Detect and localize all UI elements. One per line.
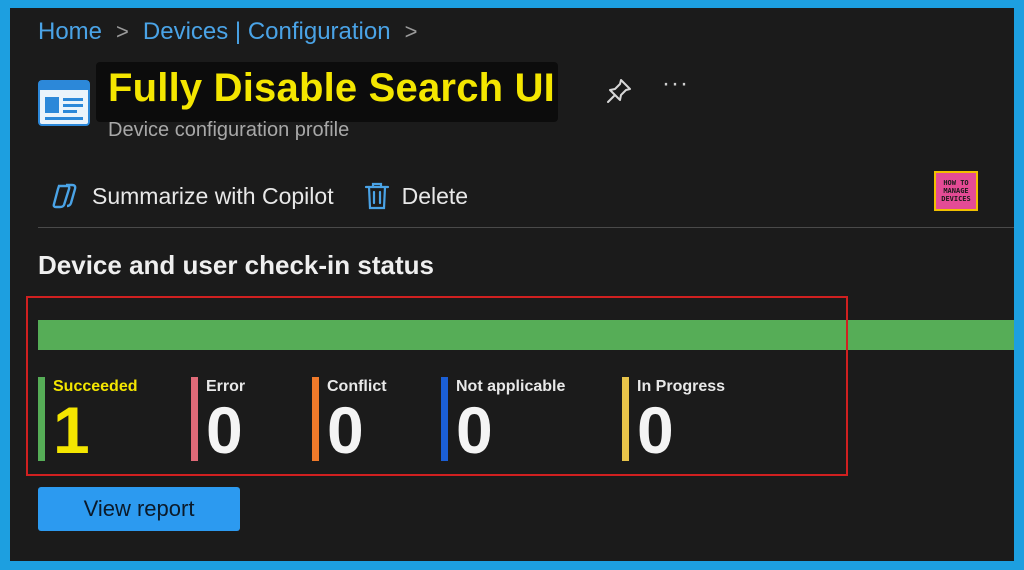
delete-label: Delete (401, 182, 469, 209)
logo-text-line3: DEVICES (941, 195, 971, 203)
page-title: Fully Disable Search UI (108, 66, 555, 110)
app-frame: Home > Devices | Configuration > Fully D… (10, 8, 1014, 561)
view-report-button[interactable]: View report (38, 487, 240, 531)
stat-value: 0 (327, 393, 364, 467)
breadcrumb-devices-configuration-link[interactable]: Devices | Configuration (143, 18, 391, 46)
stat-conflict[interactable]: Conflict 0 (312, 377, 387, 467)
stat-not-applicable[interactable]: Not applicable 0 (441, 377, 565, 467)
pin-icon[interactable] (604, 76, 634, 106)
section-divider (38, 227, 1014, 228)
breadcrumb: Home > Devices | Configuration > (38, 14, 417, 50)
howtomanagedevices-logo: HOW TO MANAGE DEVICES (934, 171, 978, 211)
stat-value: 0 (206, 393, 243, 467)
summarize-with-copilot-button[interactable]: Summarize with Copilot (50, 181, 334, 211)
check-in-status-bar (38, 320, 1014, 350)
page-subtitle: Device configuration profile (108, 119, 350, 141)
copilot-icon (52, 183, 77, 209)
chevron-right-icon: > (116, 19, 129, 44)
chevron-right-icon: > (404, 19, 418, 44)
stat-value: 0 (456, 393, 493, 467)
stat-succeeded[interactable]: Succeeded 1 (38, 377, 137, 467)
stat-in-progress[interactable]: In Progress 0 (622, 377, 725, 467)
succeeded-fill (38, 320, 1014, 350)
toolbar: Summarize with Copilot Delete (50, 178, 498, 214)
logo-text-line1: HOW TO (943, 179, 969, 187)
configuration-profile-icon (38, 80, 90, 126)
breadcrumb-home-link[interactable]: Home (38, 18, 102, 46)
copilot-label: Summarize with Copilot (92, 182, 334, 209)
stat-error[interactable]: Error 0 (191, 377, 245, 467)
check-in-status-heading: Device and user check-in status (38, 250, 434, 280)
more-options-icon[interactable]: ··· (662, 70, 689, 98)
stat-value: 1 (53, 393, 90, 467)
trash-icon (364, 182, 389, 210)
stat-value: 0 (637, 393, 674, 467)
delete-button[interactable]: Delete (364, 181, 468, 211)
logo-text-line2: MANAGE (943, 187, 969, 195)
